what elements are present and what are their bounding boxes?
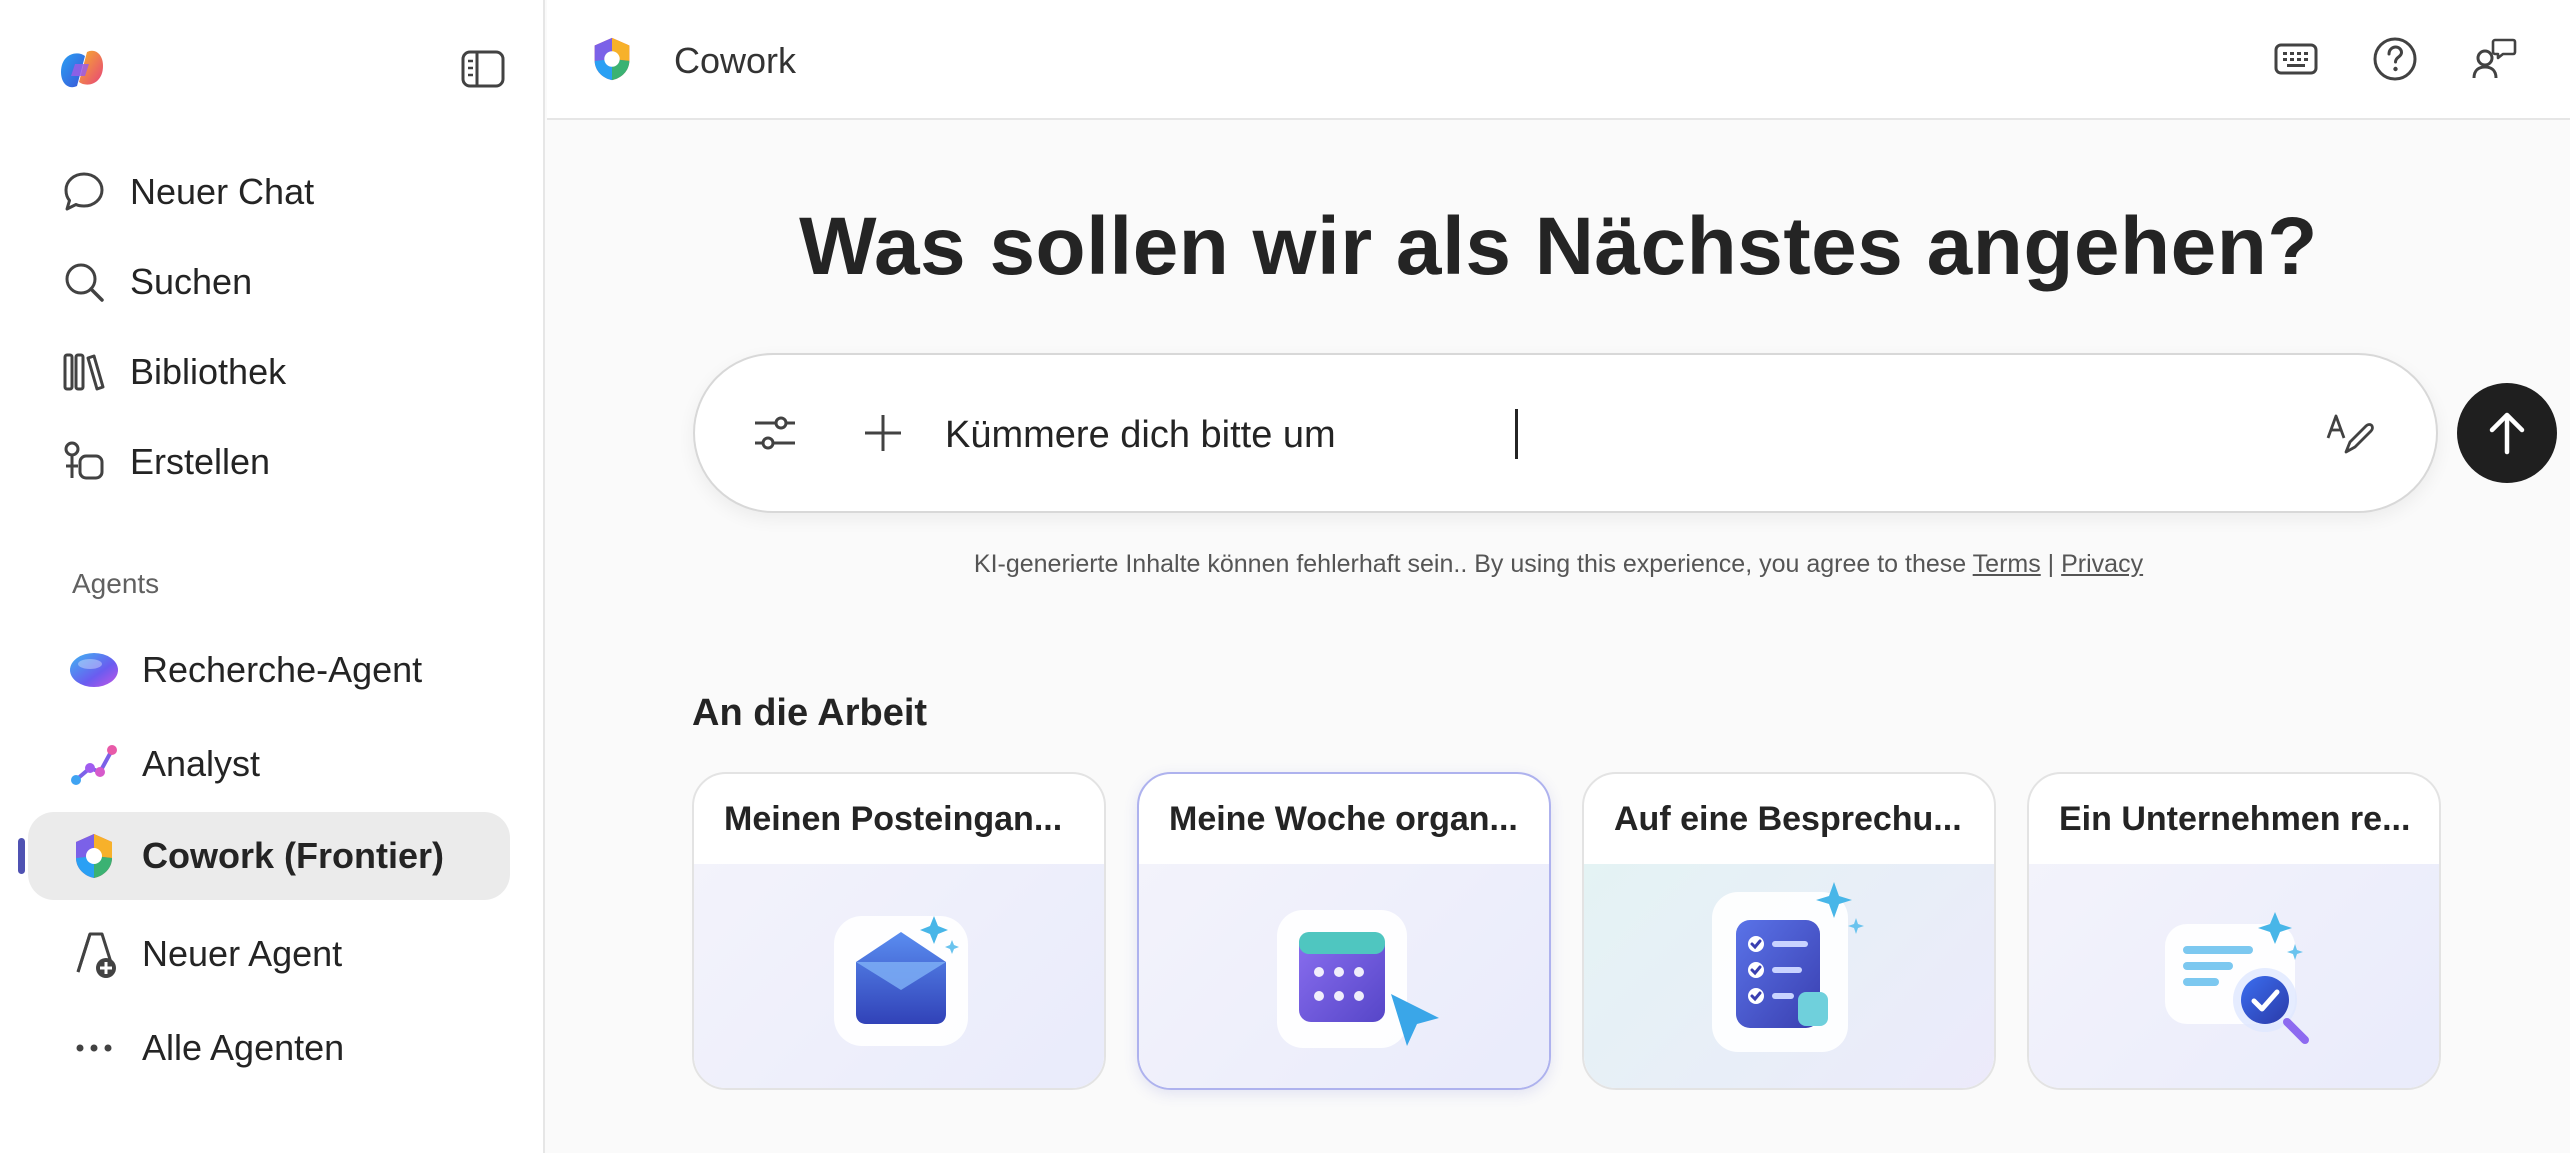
- create-icon: [60, 438, 108, 486]
- help-icon[interactable]: [2370, 34, 2420, 84]
- page-headline: Was sollen wir als Nächstes angehen?: [799, 201, 2318, 292]
- copilot-logo-icon[interactable]: [55, 42, 109, 96]
- nav-new-chat[interactable]: Neuer Chat: [28, 152, 510, 232]
- feedback-icon[interactable]: [2469, 34, 2519, 84]
- main-content: Was sollen wir als Nächstes angehen? KI-…: [547, 122, 2570, 1153]
- composer-input[interactable]: [945, 407, 2095, 463]
- calendar-cursor-icon: [1139, 864, 1549, 1088]
- disclaimer: KI-generierte Inhalte können fehlerhaft …: [547, 550, 2570, 579]
- prompt-card-company[interactable]: Ein Unternehmen re...: [2027, 772, 2441, 1090]
- terms-link[interactable]: Terms: [1973, 550, 2041, 578]
- cowork-logo-icon: [587, 32, 637, 86]
- top-bar: Cowork: [547, 0, 2570, 120]
- app-title: Cowork: [674, 40, 797, 81]
- text-style-icon[interactable]: [2321, 405, 2377, 461]
- card-title: Auf eine Besprechu...: [1614, 800, 1962, 838]
- agent-all[interactable]: Alle Agenten: [28, 1004, 510, 1092]
- disclaimer-text: KI-generierte Inhalte können fehlerhaft …: [973, 550, 1973, 578]
- card-title: Meine Woche organ...: [1169, 800, 1518, 838]
- nav-label: Suchen: [130, 261, 253, 302]
- chat-bubble-icon: [60, 168, 108, 216]
- card-title: Ein Unternehmen re...: [2059, 800, 2411, 838]
- plus-icon: [865, 415, 901, 451]
- agent-new[interactable]: Neuer Agent: [28, 910, 510, 998]
- text-caret: [1515, 409, 1518, 459]
- composer: [693, 353, 2557, 513]
- agent-analyst[interactable]: Analyst: [28, 720, 510, 808]
- new-agent-icon: [68, 928, 120, 980]
- add-attachment-button[interactable]: [855, 405, 911, 461]
- library-icon: [60, 348, 108, 396]
- checklist-icon: [1584, 864, 1994, 1088]
- card-title: Meinen Posteingan...: [724, 800, 1063, 838]
- send-button[interactable]: [2457, 383, 2557, 483]
- nav-label: Erstellen: [130, 441, 271, 482]
- search-icon: [60, 258, 108, 306]
- research-magnifier-icon: [2029, 864, 2439, 1088]
- section-title: An die Arbeit: [692, 692, 928, 734]
- privacy-link[interactable]: Privacy: [2061, 550, 2143, 578]
- agent-label: Alle Agenten: [142, 1027, 345, 1068]
- nav-label: Neuer Chat: [130, 171, 315, 212]
- nav-create[interactable]: Erstellen: [28, 422, 510, 502]
- tools-sliders-icon[interactable]: [747, 405, 803, 461]
- agent-label: Neuer Agent: [142, 933, 343, 974]
- arrow-up-icon: [2489, 412, 2525, 455]
- sidebar: Neuer Chat Suchen Bibliothek Erstellen A…: [0, 0, 545, 1153]
- agent-label: Analyst: [142, 743, 261, 784]
- link-separator: |: [2040, 550, 2062, 578]
- agent-label: Cowork (Frontier): [142, 835, 444, 876]
- active-indicator: [18, 838, 25, 874]
- nav-label: Bibliothek: [130, 351, 287, 392]
- mail-envelope-icon: [694, 864, 1104, 1088]
- nav-search[interactable]: Suchen: [28, 242, 510, 322]
- agent-researcher[interactable]: Recherche-Agent: [28, 626, 510, 714]
- cowork-agent-icon: [68, 830, 120, 882]
- more-dots-icon: [68, 1022, 120, 1074]
- nav-library[interactable]: Bibliothek: [28, 332, 510, 412]
- prompt-card-week[interactable]: Meine Woche organ...: [1137, 772, 1551, 1090]
- prompt-card-meeting[interactable]: Auf eine Besprechu...: [1582, 772, 1996, 1090]
- researcher-agent-icon: [68, 644, 120, 696]
- sidebar-toggle-icon[interactable]: [460, 48, 506, 90]
- agent-cowork[interactable]: Cowork (Frontier): [28, 812, 510, 900]
- keyboard-icon[interactable]: [2271, 34, 2321, 84]
- analyst-agent-icon: [68, 738, 120, 790]
- agents-heading: Agents: [72, 568, 160, 599]
- agent-label: Recherche-Agent: [142, 649, 423, 690]
- prompt-card-inbox[interactable]: Meinen Posteingan...: [692, 772, 1106, 1090]
